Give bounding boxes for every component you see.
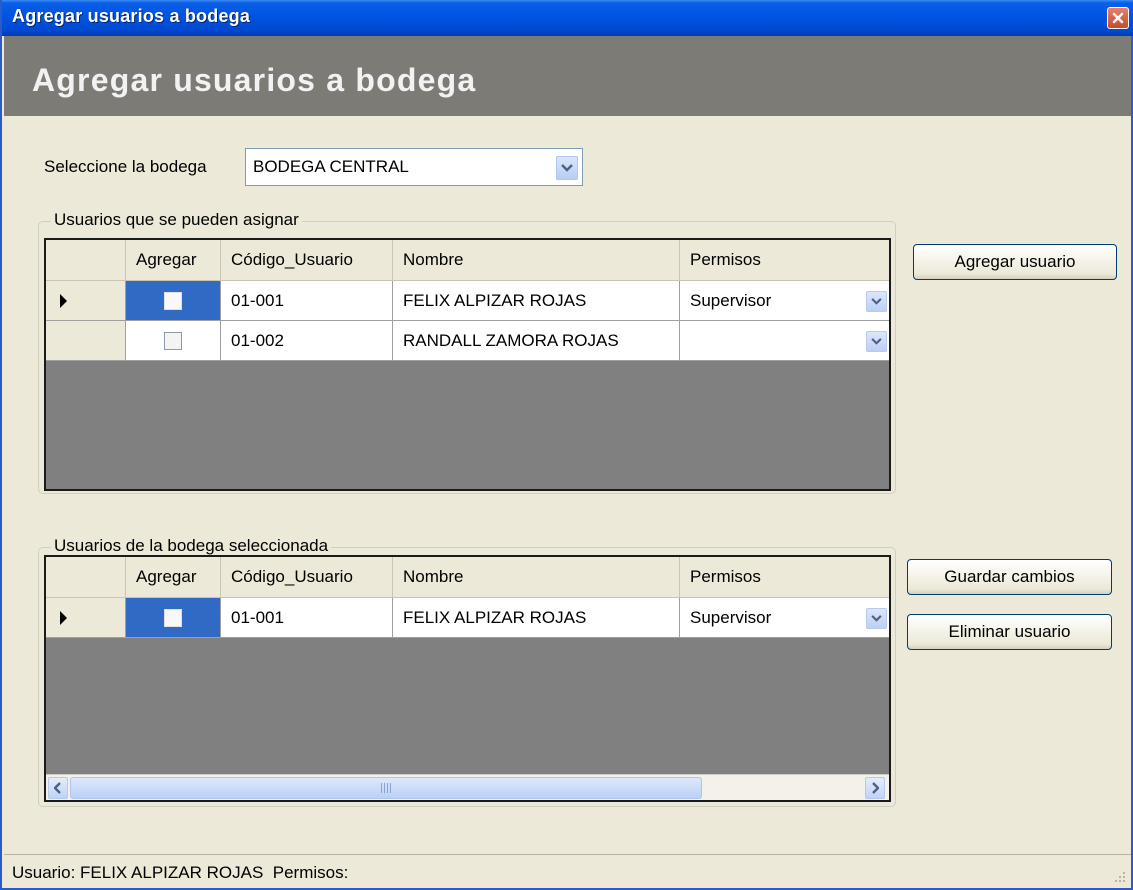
assigned-users-legend: Usuarios de la bodega seleccionada [51, 536, 332, 556]
row-pointer-icon [60, 611, 67, 625]
permisos-dropdown-button[interactable] [866, 608, 887, 629]
available-users-legend: Usuarios que se pueden asignar [51, 210, 302, 230]
agregar-cell[interactable] [126, 321, 221, 361]
remove-user-button[interactable]: Eliminar usuario [907, 614, 1112, 650]
scroll-grip [381, 783, 391, 793]
row-header-corner [46, 240, 126, 281]
close-button[interactable] [1107, 7, 1129, 29]
permisos-cell[interactable]: Supervisor [680, 281, 889, 321]
resize-grip-icon[interactable] [1113, 870, 1127, 884]
status-bar: Usuario: FELIX ALPIZAR ROJAS Permisos: [4, 854, 1131, 888]
agregar-cell[interactable] [126, 281, 221, 321]
codigo-cell[interactable]: 01-001 [221, 281, 393, 321]
warehouse-select-dropdown-button[interactable] [556, 156, 578, 180]
column-header-codigo[interactable]: Código_Usuario [221, 557, 393, 598]
nombre-cell[interactable]: FELIX ALPIZAR ROJAS [393, 281, 680, 321]
agregar-checkbox[interactable] [164, 292, 182, 310]
chevron-down-icon [561, 164, 573, 172]
table-row[interactable]: 01-002 RANDALL ZAMORA ROJAS [46, 321, 889, 361]
title-bar[interactable]: Agregar usuarios a bodega [2, 0, 1133, 36]
chevron-down-icon [871, 298, 882, 305]
agregar-checkbox[interactable] [164, 332, 182, 350]
agregar-checkbox[interactable] [164, 609, 182, 627]
window-title: Agregar usuarios a bodega [12, 6, 251, 26]
assigned-users-grid[interactable]: Agregar Código_Usuario Nombre Permisos 0… [44, 555, 891, 802]
grid-header-row: Agregar Código_Usuario Nombre Permisos [46, 240, 889, 281]
codigo-cell[interactable]: 01-002 [221, 321, 393, 361]
available-users-grid[interactable]: Agregar Código_Usuario Nombre Permisos 0… [44, 238, 891, 491]
row-header[interactable] [46, 281, 126, 321]
scroll-right-button[interactable] [865, 777, 885, 799]
status-text: Usuario: FELIX ALPIZAR ROJAS Permisos: [12, 863, 349, 882]
permisos-dropdown-button[interactable] [866, 291, 887, 312]
codigo-cell[interactable]: 01-001 [221, 598, 393, 638]
chevron-down-icon [871, 338, 882, 345]
close-icon [1112, 12, 1124, 24]
header-band: Agregar usuarios a bodega [4, 36, 1131, 116]
chevron-right-icon [872, 782, 879, 794]
grid-header-row: Agregar Código_Usuario Nombre Permisos [46, 557, 889, 598]
warehouse-select-label: Seleccione la bodega [44, 157, 207, 176]
permisos-cell[interactable]: Supervisor [680, 598, 889, 638]
column-header-nombre[interactable]: Nombre [393, 240, 680, 281]
table-row[interactable]: 01-001 FELIX ALPIZAR ROJAS Supervisor [46, 598, 889, 638]
warehouse-select[interactable]: BODEGA CENTRAL [245, 148, 583, 186]
table-row[interactable]: 01-001 FELIX ALPIZAR ROJAS Supervisor [46, 281, 889, 321]
scroll-left-button[interactable] [48, 777, 68, 799]
column-header-codigo[interactable]: Código_Usuario [221, 240, 393, 281]
page-title: Agregar usuarios a bodega [32, 62, 477, 98]
agregar-cell[interactable] [126, 598, 221, 638]
save-changes-button[interactable]: Guardar cambios [907, 559, 1112, 595]
row-pointer-icon [60, 294, 67, 308]
column-header-agregar[interactable]: Agregar [126, 557, 221, 598]
dialog-window: Agregar usuarios a bodega Agregar usuari… [0, 0, 1133, 890]
column-header-agregar[interactable]: Agregar [126, 240, 221, 281]
row-header[interactable] [46, 598, 126, 638]
nombre-cell[interactable]: FELIX ALPIZAR ROJAS [393, 598, 680, 638]
horizontal-scrollbar[interactable] [46, 774, 889, 800]
warehouse-select-value: BODEGA CENTRAL [253, 157, 409, 176]
column-header-nombre[interactable]: Nombre [393, 557, 680, 598]
nombre-cell[interactable]: RANDALL ZAMORA ROJAS [393, 321, 680, 361]
chevron-left-icon [54, 782, 61, 794]
permisos-dropdown-button[interactable] [866, 331, 887, 352]
column-header-permisos[interactable]: Permisos [680, 240, 889, 281]
scroll-thumb[interactable] [70, 777, 702, 799]
row-header[interactable] [46, 321, 126, 361]
column-header-permisos[interactable]: Permisos [680, 557, 889, 598]
chevron-down-icon [871, 615, 882, 622]
permisos-cell[interactable] [680, 321, 889, 361]
add-user-button[interactable]: Agregar usuario [913, 244, 1117, 280]
row-header-corner [46, 557, 126, 598]
